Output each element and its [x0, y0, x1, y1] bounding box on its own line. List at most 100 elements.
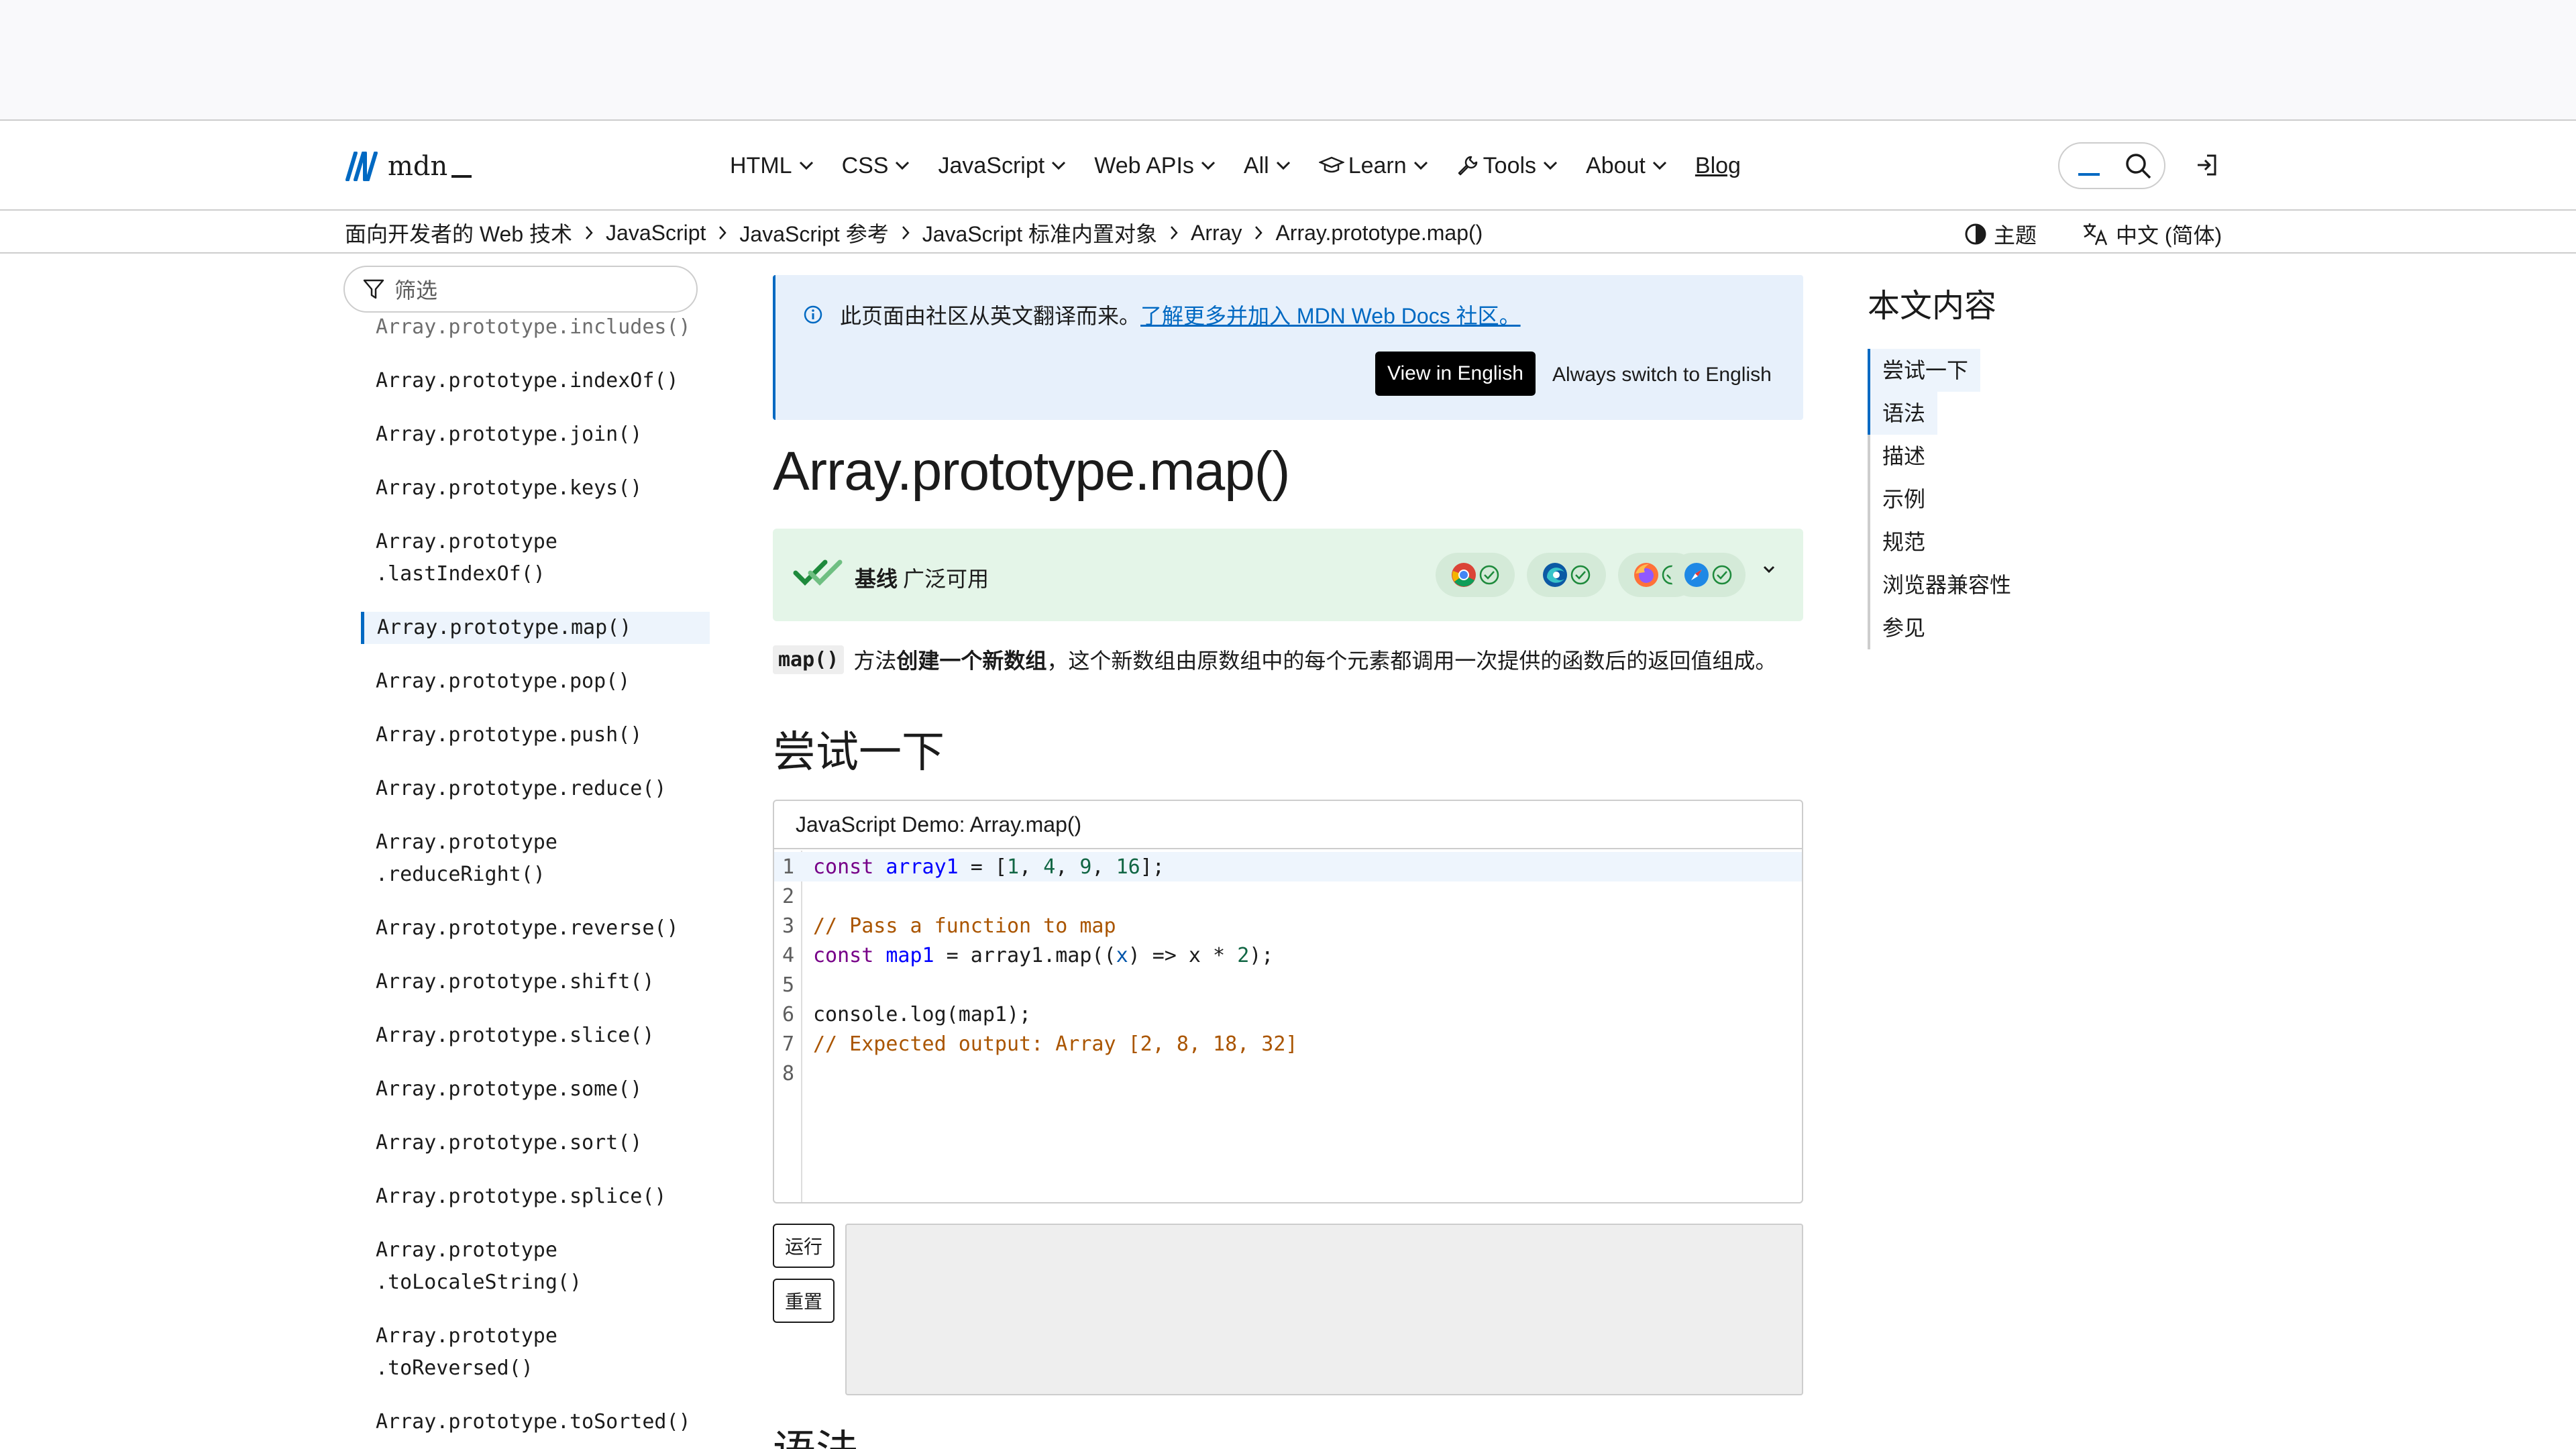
search-icon [2126, 154, 2151, 179]
login-icon[interactable] [2195, 153, 2219, 177]
mdn-m-icon [345, 152, 378, 181]
sidebar-item[interactable]: Array.prototype.sort() [361, 1127, 710, 1159]
demo-console-output [845, 1224, 1803, 1395]
code-param: x [1116, 943, 1128, 967]
nav-javascript[interactable]: JavaScript [938, 153, 1066, 179]
code-line: 2 [774, 881, 1802, 911]
nav-web-apis[interactable]: Web APIs [1094, 153, 1216, 179]
chevron-down-icon [1276, 161, 1290, 170]
nav-learn[interactable]: Learn [1318, 153, 1428, 179]
toc-item[interactable]: 规范 [1870, 521, 2023, 564]
sidebar-item[interactable]: Array.prototype.some() [361, 1073, 710, 1106]
chevron-down-icon [896, 161, 910, 170]
sidebar-item[interactable]: Array.prototype.slice() [361, 1020, 710, 1052]
toc-item[interactable]: 浏览器兼容性 [1870, 564, 2023, 606]
nav-label: HTML [730, 152, 792, 178]
nav-css[interactable]: CSS [842, 153, 910, 179]
breadcrumb-bar: 面向开发者的 Web 技术 JavaScript JavaScript 参考 J… [0, 211, 2576, 254]
filter-icon [363, 279, 384, 299]
theme-switcher[interactable]: 主题 [1964, 219, 2037, 250]
heading-try-it: 尝试一下 [773, 728, 945, 776]
nav-tools[interactable]: Tools [1456, 153, 1558, 179]
mdn-logo[interactable]: mdn [345, 146, 472, 186]
chevron-down-icon[interactable] [1760, 564, 1778, 576]
sidebar-item[interactable]: Array.prototype.pop() [361, 665, 710, 698]
nav-blog[interactable]: Blog [1695, 153, 1741, 179]
sidebar-item[interactable]: Array.prototype.includes() [361, 311, 710, 343]
page-title: Array.prototype.map() [773, 441, 1290, 502]
line-number: 8 [782, 1061, 795, 1085]
toc-item[interactable]: 尝试一下 [1868, 349, 1981, 392]
toc-item[interactable]: 参见 [1870, 606, 2023, 649]
sidebar-item[interactable]: Array.prototype .reduceRight() [361, 826, 710, 891]
sidebar-item[interactable]: Array.prototype .lastIndexOf() [361, 526, 710, 590]
code-identifier: array1 [885, 855, 959, 879]
breadcrumb-item[interactable]: JavaScript [606, 221, 706, 246]
breadcrumb-item[interactable]: JavaScript 标准内置对象 [922, 217, 1157, 248]
baseline-status: 广泛可用 [903, 567, 989, 591]
main-nav: HTML CSS JavaScript Web APIs All Learn T… [730, 142, 1741, 189]
breadcrumb-item[interactable]: JavaScript 参考 [739, 217, 888, 248]
toc-item[interactable]: 语法 [1868, 392, 1938, 435]
check-circle-icon [1479, 565, 1499, 585]
theme-icon [1965, 223, 1986, 245]
logo-text: mdn [388, 151, 448, 182]
code-line: 8 [774, 1059, 1802, 1088]
code-editor[interactable]: 1 const array1 = [1, 4, 9, 16]; 2 3 // P… [774, 851, 1802, 1202]
sidebar-item[interactable]: Array.prototype.join() [361, 419, 710, 451]
sidebar-item[interactable]: Array.prototype.toSorted() [361, 1406, 710, 1438]
toc-item[interactable]: 描述 [1870, 435, 2023, 478]
code-keyword: const [813, 855, 874, 879]
chevron-right-icon [1254, 225, 1263, 240]
breadcrumb-current[interactable]: Array.prototype.map() [1275, 221, 1483, 246]
heading-syntax: 语法 [773, 1417, 859, 1449]
sidebar-filter-input[interactable]: 筛选 [343, 266, 698, 313]
baseline-check-icon [793, 559, 843, 586]
toc-item[interactable]: 示例 [1870, 478, 2023, 521]
line-number: 5 [782, 973, 795, 997]
sidebar-item[interactable]: Array.prototype.shift() [361, 966, 710, 998]
run-button[interactable]: 运行 [773, 1224, 835, 1268]
breadcrumb-item[interactable]: 面向开发者的 Web 技术 [345, 217, 572, 248]
sidebar-item[interactable]: Array.prototype.map() [361, 612, 710, 644]
chevron-right-icon [718, 225, 727, 240]
reset-button[interactable]: 重置 [773, 1279, 835, 1323]
site-header: mdn HTML CSS JavaScript Web APIs All Lea… [0, 122, 2576, 211]
view-in-english-button[interactable]: View in English [1375, 352, 1536, 396]
code-number: 1 [1007, 855, 1020, 879]
code-number: 9 [1079, 855, 1092, 879]
translation-notice: 此页面由社区从英文翻译而来。 了解更多并加入 MDN Web Docs 社区。 … [773, 275, 1803, 420]
nav-about[interactable]: About [1586, 153, 1667, 179]
sidebar-item[interactable]: Array.prototype.reduce() [361, 773, 710, 805]
sidebar-item[interactable]: Array.prototype.push() [361, 719, 710, 751]
check-circle-icon [1712, 565, 1732, 585]
sidebar-item[interactable]: Array.prototype .toLocaleString() [361, 1234, 710, 1299]
code-comment: // Expected output: Array [2, 8, 18, 32] [813, 1032, 1298, 1056]
nav-html[interactable]: HTML [730, 153, 814, 179]
line-number: 4 [782, 943, 795, 967]
nav-all[interactable]: All [1244, 153, 1291, 179]
sidebar-list: Array.prototype.includes() Array.prototyp… [361, 315, 710, 1449]
sidebar-item[interactable]: Array.prototype.indexOf() [361, 365, 710, 397]
code-number: 2 [1237, 943, 1250, 967]
intro-text-post: ，这个新数组由原数组中的每个元素都调用一次提供的函数后的返回值组成。 [1046, 649, 1777, 673]
safari-icon [1684, 563, 1709, 587]
search-caret [2078, 173, 2100, 176]
always-switch-english-button[interactable]: Always switch to English [1552, 364, 1772, 386]
browser-chrome [1436, 553, 1515, 597]
chevron-down-icon [799, 161, 813, 170]
code-token: = array1.map(( [934, 943, 1116, 967]
code-token: ]; [1140, 855, 1165, 879]
check-circle-icon [1570, 565, 1591, 585]
browser-edge [1527, 553, 1606, 597]
baseline-banner[interactable]: 基线 广泛可用 [773, 529, 1803, 621]
notice-link[interactable]: 了解更多并加入 MDN Web Docs 社区。 [1140, 299, 1521, 330]
breadcrumb-item[interactable]: Array [1191, 221, 1242, 246]
sidebar-item[interactable]: Array.prototype.splice() [361, 1181, 710, 1213]
search-button[interactable] [2058, 142, 2165, 189]
sidebar-item[interactable]: Array.prototype .toReversed() [361, 1320, 710, 1385]
language-switcher[interactable]: 中文 (简体) [2082, 219, 2222, 250]
sidebar-item[interactable]: Array.prototype.reverse() [361, 912, 710, 945]
sidebar-item[interactable]: Array.prototype.keys() [361, 472, 710, 504]
intro-text-pre: 方法 [853, 649, 897, 673]
